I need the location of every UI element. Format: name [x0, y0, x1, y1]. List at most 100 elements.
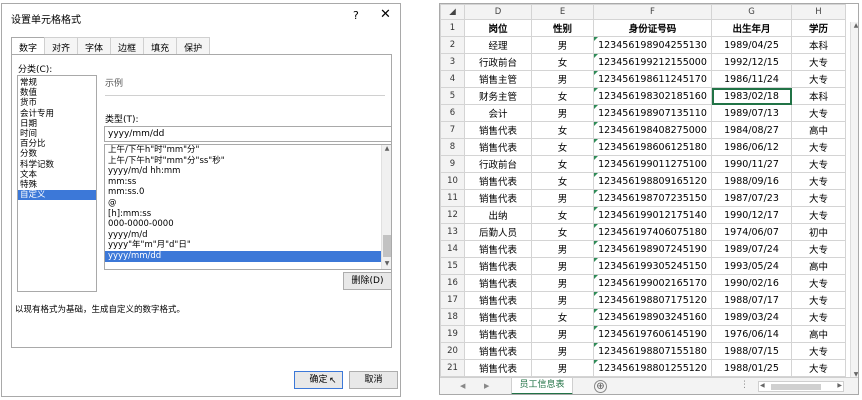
category-item[interactable]: 特殊 — [18, 180, 96, 190]
cell[interactable]: 男 — [531, 274, 594, 292]
row-header[interactable]: 7 — [440, 121, 465, 139]
format-item[interactable]: [h]:mm:ss — [105, 209, 391, 220]
scroll-left-icon[interactable]: ◀ — [760, 382, 765, 389]
cell[interactable]: 销售代表 — [464, 240, 532, 258]
row-header[interactable]: 21 — [440, 359, 465, 377]
cell[interactable]: 男 — [531, 189, 594, 207]
cell[interactable]: 123456198302185160 — [593, 87, 712, 105]
cell[interactable]: 123456199002165170 — [593, 274, 712, 292]
scroll-right-icon[interactable]: ▶ — [837, 382, 842, 389]
column-header[interactable]: G — [711, 4, 792, 20]
cell[interactable]: 经理 — [464, 36, 532, 54]
cell[interactable]: 销售代表 — [464, 172, 532, 190]
cell[interactable]: 女 — [531, 87, 594, 105]
cell[interactable]: 1993/05/24 — [711, 257, 792, 275]
cell[interactable]: 123456198807155180 — [593, 342, 712, 360]
scroll-up-icon[interactable]: ▲ — [382, 145, 391, 154]
cell[interactable]: 123456198903245160 — [593, 308, 712, 326]
scroll-up-icon[interactable]: ▲ — [851, 22, 858, 29]
cell[interactable]: 123456198606125180 — [593, 138, 712, 156]
cell[interactable]: 男 — [531, 325, 594, 343]
delete-button[interactable]: 删除(D) — [343, 272, 392, 290]
cell[interactable]: 1976/06/14 — [711, 325, 792, 343]
cell[interactable]: 财务主管 — [464, 87, 532, 105]
cell[interactable]: 1987/07/23 — [711, 189, 792, 207]
cell[interactable]: 身份证号码 — [593, 19, 712, 37]
row-header[interactable]: 17 — [440, 291, 465, 309]
cell[interactable]: 大专 — [791, 274, 846, 292]
cell[interactable]: 大专 — [791, 53, 846, 71]
row-header[interactable]: 15 — [440, 257, 465, 275]
cell[interactable]: 性别 — [531, 19, 594, 37]
cell[interactable]: 1984/08/27 — [711, 121, 792, 139]
cell[interactable]: 大专 — [791, 138, 846, 156]
cell[interactable]: 女 — [531, 308, 594, 326]
cell[interactable]: 1989/04/25 — [711, 36, 792, 54]
row-header[interactable]: 9 — [440, 155, 465, 173]
row-header[interactable]: 19 — [440, 325, 465, 343]
row-header[interactable]: 1 — [440, 19, 465, 37]
cell[interactable]: 123456199012175140 — [593, 206, 712, 224]
tab-fill[interactable]: 填充 — [143, 37, 178, 54]
category-item[interactable]: 科学记数 — [18, 160, 96, 170]
prev-sheet-icon[interactable]: ◀ — [460, 382, 465, 390]
format-item[interactable]: mm:ss — [105, 177, 391, 188]
cell[interactable]: 123456198904255130 — [593, 36, 712, 54]
cell[interactable]: 女 — [531, 172, 594, 190]
cell[interactable]: 大专 — [791, 240, 846, 258]
cell[interactable]: 出纳 — [464, 206, 532, 224]
cell[interactable]: 1989/03/24 — [711, 308, 792, 326]
cell[interactable]: 大专 — [791, 172, 846, 190]
row-header[interactable]: 4 — [440, 70, 465, 88]
category-item[interactable]: 百分比 — [18, 139, 96, 149]
format-list[interactable]: 上午/下午h"时"mm"分" 上午/下午h"时"mm"分"ss"秒" yyyy/… — [104, 144, 392, 270]
cell[interactable]: 男 — [531, 36, 594, 54]
column-header[interactable]: D — [464, 4, 532, 20]
format-item[interactable]: yyyy"年"m"月"d"日" — [105, 240, 391, 251]
cell[interactable]: 男 — [531, 342, 594, 360]
cell[interactable]: 123456198907245190 — [593, 240, 712, 258]
row-header[interactable]: 6 — [440, 104, 465, 122]
cell[interactable]: 出生年月 — [711, 19, 792, 37]
row-header[interactable]: 12 — [440, 206, 465, 224]
cell[interactable]: 销售代表 — [464, 359, 532, 377]
cell[interactable]: 高中 — [791, 121, 846, 139]
cell[interactable]: 女 — [531, 138, 594, 156]
cell[interactable]: 1988/01/25 — [711, 359, 792, 377]
tab-number[interactable]: 数字 — [11, 37, 46, 55]
tab-alignment[interactable]: 对齐 — [44, 37, 79, 54]
format-item[interactable]: 上午/下午h"时"mm"分"ss"秒" — [105, 156, 391, 167]
cell[interactable]: 123456198907135110 — [593, 104, 712, 122]
horizontal-scrollbar[interactable]: ◀ ▶ — [758, 381, 844, 392]
cell[interactable]: 大专 — [791, 70, 846, 88]
cell[interactable]: 123456197406075180 — [593, 223, 712, 241]
cell[interactable]: 1986/11/24 — [711, 70, 792, 88]
category-item[interactable]: 常规 — [18, 78, 96, 88]
cell[interactable]: 1989/07/24 — [711, 240, 792, 258]
cell[interactable]: 男 — [531, 240, 594, 258]
add-sheet-icon[interactable]: ⊕ — [594, 380, 607, 393]
cell[interactable]: 123456198801255120 — [593, 359, 712, 377]
cell[interactable]: 大专 — [791, 206, 846, 224]
scroll-thumb[interactable] — [771, 384, 821, 390]
format-item[interactable]: 000-0000-0000 — [105, 219, 391, 230]
row-header[interactable]: 11 — [440, 189, 465, 207]
category-item[interactable]: 文本 — [18, 170, 96, 180]
cell[interactable]: 1990/11/27 — [711, 155, 792, 173]
type-input[interactable]: yyyy/mm/dd — [104, 126, 392, 142]
column-header[interactable]: H — [791, 4, 846, 20]
cell[interactable]: 销售代表 — [464, 274, 532, 292]
cell[interactable]: 女 — [531, 155, 594, 173]
category-item-custom[interactable]: 自定义 — [18, 190, 96, 201]
format-list-scrollbar[interactable]: ▲ ▼ — [381, 145, 391, 269]
cell[interactable]: 本科 — [791, 36, 846, 54]
cell[interactable]: 1974/06/07 — [711, 223, 792, 241]
row-header[interactable]: 18 — [440, 308, 465, 326]
format-item[interactable]: mm:ss.0 — [105, 187, 391, 198]
cell[interactable]: 123456198611245170 — [593, 70, 712, 88]
row-header[interactable]: 8 — [440, 138, 465, 156]
row-header[interactable]: 2 — [440, 36, 465, 54]
cell[interactable]: 大专 — [791, 308, 846, 326]
row-header[interactable]: 13 — [440, 223, 465, 241]
cell[interactable]: 销售代表 — [464, 257, 532, 275]
